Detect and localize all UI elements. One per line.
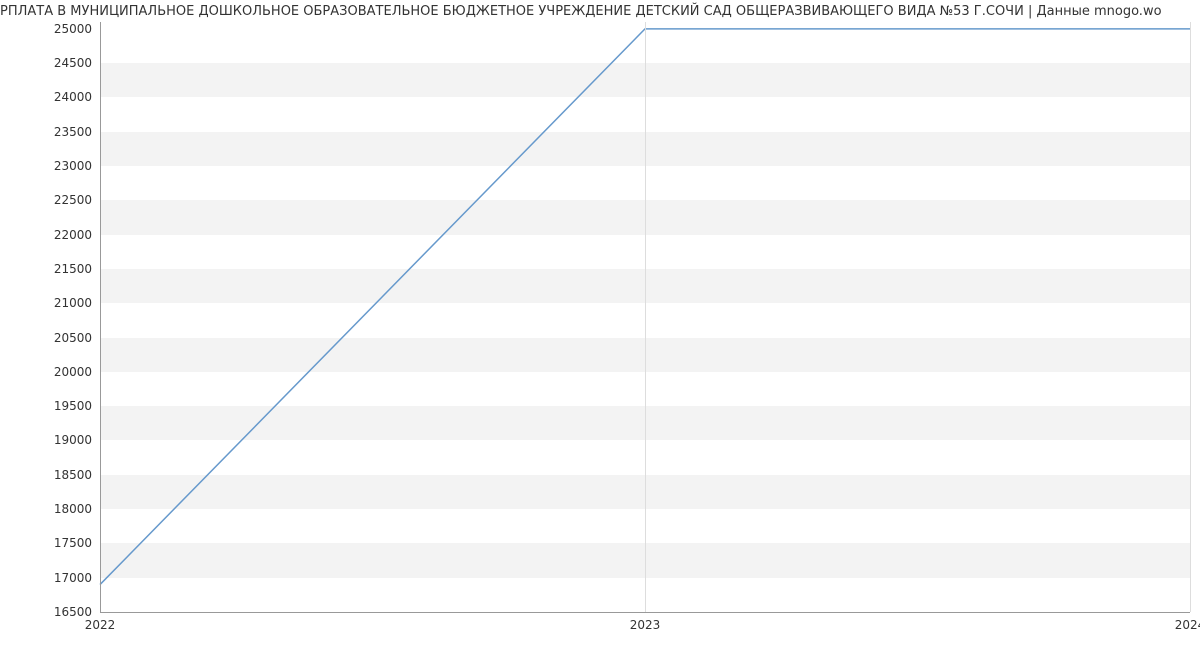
y-tick-label: 25000 — [2, 22, 92, 36]
y-tick-label: 18000 — [2, 502, 92, 516]
y-tick-label: 20500 — [2, 331, 92, 345]
y-axis — [100, 22, 101, 612]
x-tick-label: 2024 — [1175, 618, 1200, 632]
x-tick-label: 2022 — [85, 618, 116, 632]
y-tick-label: 23000 — [2, 159, 92, 173]
x-tick-label: 2023 — [630, 618, 661, 632]
y-tick-label: 24000 — [2, 90, 92, 104]
y-tick-label: 17000 — [2, 571, 92, 585]
chart-title: РПЛАТА В МУНИЦИПАЛЬНОЕ ДОШКОЛЬНОЕ ОБРАЗО… — [0, 4, 1200, 19]
y-tick-label: 20000 — [2, 365, 92, 379]
y-tick-label: 18500 — [2, 468, 92, 482]
y-tick-label: 24500 — [2, 56, 92, 70]
y-tick-label: 19000 — [2, 433, 92, 447]
x-gridline — [645, 22, 646, 612]
y-tick-label: 23500 — [2, 125, 92, 139]
y-tick-label: 22500 — [2, 193, 92, 207]
y-tick-label: 16500 — [2, 605, 92, 619]
y-tick-label: 21500 — [2, 262, 92, 276]
x-axis — [100, 612, 1190, 613]
y-tick-label: 17500 — [2, 536, 92, 550]
y-tick-label: 21000 — [2, 296, 92, 310]
chart-container: РПЛАТА В МУНИЦИПАЛЬНОЕ ДОШКОЛЬНОЕ ОБРАЗО… — [0, 0, 1200, 650]
y-tick-label: 22000 — [2, 228, 92, 242]
x-gridline — [1190, 22, 1191, 612]
y-tick-label: 19500 — [2, 399, 92, 413]
